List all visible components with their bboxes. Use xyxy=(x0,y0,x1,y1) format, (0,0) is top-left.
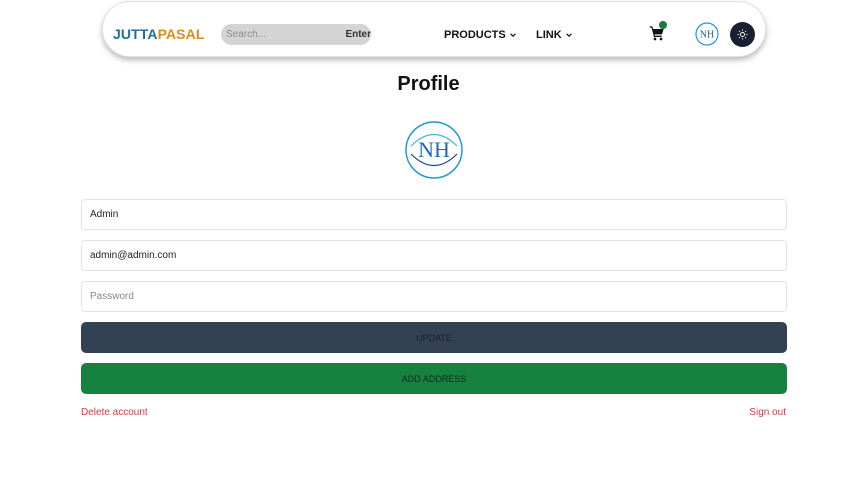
profile-avatar-initials: NH xyxy=(418,137,450,162)
nav-products-label: PRODUCTS xyxy=(444,29,506,41)
cart-badge xyxy=(659,21,667,29)
chevron-down-icon xyxy=(509,33,516,38)
nav-link-dropdown[interactable]: LINK xyxy=(536,29,573,41)
page-title: Profile xyxy=(397,73,460,95)
profile-avatar[interactable]: NH xyxy=(405,121,463,179)
nav-link-label: LINK xyxy=(536,29,562,41)
password-field[interactable] xyxy=(81,281,787,312)
add-address-button[interactable]: ADD ADDRESS xyxy=(81,363,787,394)
navbar: JUTTAPASAL Enter PRODUCTS LINK NH xyxy=(102,1,766,57)
brand-part1: JUTTA xyxy=(113,26,158,42)
search-enter-button[interactable]: Enter xyxy=(345,29,371,40)
name-field[interactable] xyxy=(81,199,787,230)
nav-products-dropdown[interactable]: PRODUCTS xyxy=(444,29,517,41)
chevron-down-icon xyxy=(565,33,572,38)
search-bar: Enter xyxy=(221,24,371,45)
user-avatar[interactable]: NH xyxy=(695,22,719,46)
email-field[interactable] xyxy=(81,240,787,271)
sign-out-link[interactable]: Sign out xyxy=(749,407,786,418)
brand-part2: PASAL xyxy=(157,26,205,42)
update-button[interactable]: UPDATE xyxy=(81,322,787,353)
sun-icon xyxy=(737,29,748,40)
brand-logo[interactable]: JUTTAPASAL xyxy=(113,26,205,42)
avatar-initials: NH xyxy=(700,30,714,41)
delete-account-link[interactable]: Delete account xyxy=(81,407,148,418)
theme-toggle-button[interactable] xyxy=(730,22,755,47)
search-input[interactable] xyxy=(226,26,336,43)
